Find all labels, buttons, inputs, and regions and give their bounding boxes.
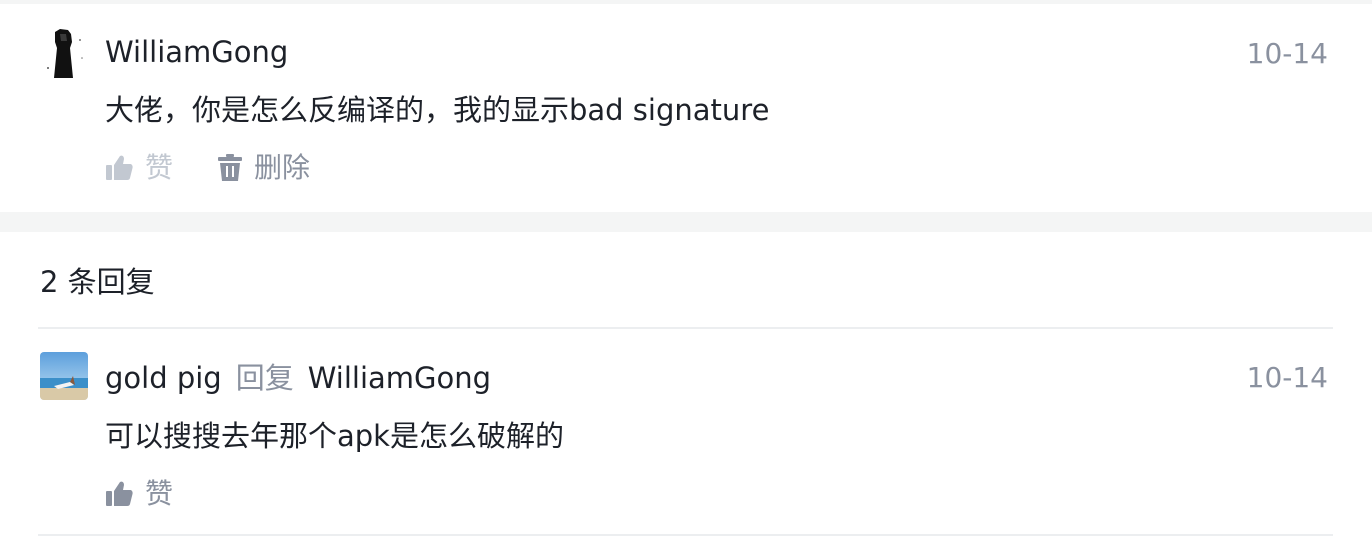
reply-like-label: 赞 — [145, 477, 174, 510]
reply-header: gold pig 回复 WilliamGong — [105, 358, 491, 398]
reply-word: 回复 — [235, 361, 294, 395]
avatar[interactable] — [40, 28, 88, 80]
delete-label: 删除 — [254, 151, 311, 184]
comment-item: WilliamGong 10-14 大佬，你是怎么反编译的，我的显示bad si… — [0, 4, 1372, 212]
reply-text: 可以搜搜去年那个apk是怎么破解的 — [105, 419, 564, 453]
reply-like-button[interactable]: 赞 — [105, 474, 173, 514]
thumbs-up-icon — [105, 155, 133, 181]
section-separator — [0, 212, 1372, 232]
comment-time: 10-14 — [1246, 37, 1328, 70]
divider — [38, 327, 1333, 329]
comment-text: 大佬，你是怎么反编译的，我的显示bad signature — [105, 93, 770, 127]
trash-icon — [218, 154, 242, 182]
like-label: 赞 — [145, 151, 174, 184]
divider — [38, 534, 1333, 536]
reply-time: 10-14 — [1246, 361, 1328, 394]
delete-button[interactable]: 删除 — [218, 148, 310, 188]
reply-avatar[interactable] — [40, 352, 88, 400]
replies-header: 2 条回复 — [40, 265, 155, 299]
like-button[interactable]: 赞 — [105, 148, 173, 188]
comment-username[interactable]: WilliamGong — [105, 32, 288, 72]
reply-username[interactable]: gold pig — [105, 361, 222, 395]
thumbs-up-icon — [105, 481, 133, 507]
reply-target-username[interactable]: WilliamGong — [308, 361, 491, 395]
